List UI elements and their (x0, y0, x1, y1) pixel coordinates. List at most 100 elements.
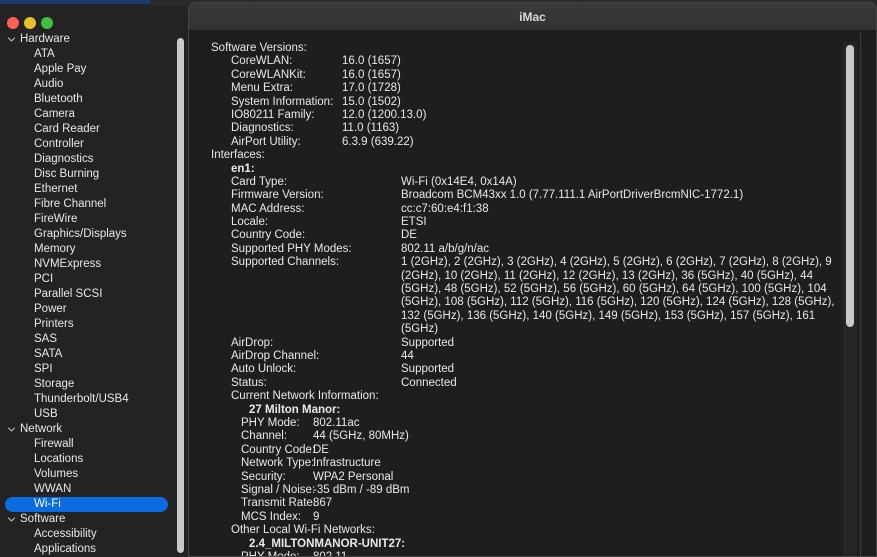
sidebar-item-diagnostics[interactable]: Diagnostics (0, 152, 188, 167)
info-label: Channel: (241, 430, 288, 443)
info-row: AirPort Utility: 6.3.9 (639.22) (211, 136, 842, 149)
zoom-button[interactable] (41, 17, 53, 29)
sidebar-item-wi-fi[interactable]: Wi-Fi (0, 497, 188, 512)
sidebar-item-label: Card Reader (34, 123, 100, 135)
info-row: Status: Connected (211, 377, 842, 390)
info-value: 16.0 (1657) (342, 55, 401, 68)
sidebar-item-nvmexpress[interactable]: NVMExpress (0, 257, 188, 272)
sidebar-item-spi[interactable]: SPI (0, 362, 188, 377)
sidebar-item-label: Apple Pay (34, 63, 87, 75)
sidebar-item-fibre-channel[interactable]: Fibre Channel (0, 197, 188, 212)
sidebar-item-power[interactable]: Power (0, 302, 188, 317)
sidebar-item-sata[interactable]: SATA (0, 347, 188, 362)
sidebar-item-disc-burning[interactable]: Disc Burning (0, 167, 188, 182)
info-value: Supported (401, 363, 455, 376)
info-row: en1: (211, 163, 842, 176)
info-row: CoreWLAN: 16.0 (1657) (211, 55, 842, 68)
info-label: Interfaces: (211, 149, 265, 162)
minimize-button[interactable] (24, 17, 36, 29)
sidebar-group-label: Network (20, 423, 63, 435)
info-row: Menu Extra: 17.0 (1728) (211, 82, 842, 95)
sidebar-group-network[interactable]: Network (0, 422, 188, 437)
sidebar-group-software[interactable]: Software (0, 512, 188, 527)
chevron-down-icon[interactable] (6, 512, 16, 527)
sidebar-item-parallel-scsi[interactable]: Parallel SCSI (0, 287, 188, 302)
info-label: Card Type: (231, 175, 288, 188)
info-label: Current Network Information: (231, 390, 379, 403)
info-value: 802.11ac (313, 417, 360, 430)
chevron-down-icon[interactable] (6, 32, 16, 47)
info-row: CoreWLANKit: 16.0 (1657) (211, 69, 842, 82)
sidebar-scrollbar-thumb[interactable] (177, 38, 184, 553)
info-row: Locale: ETSI (211, 216, 842, 229)
info-value: 17.0 (1728) (342, 82, 401, 95)
info-value: cc:c7:60:e4:f1:38 (401, 202, 489, 215)
info-label: 2.4_MILTONMANOR-UNIT27: (249, 537, 406, 550)
sidebar-item-firewall[interactable]: Firewall (0, 437, 188, 452)
sidebar-item-controller[interactable]: Controller (0, 137, 188, 152)
info-label: Country Code: (231, 229, 306, 242)
sidebar-item-audio[interactable]: Audio (0, 77, 188, 92)
sidebar-item-apple-pay[interactable]: Apple Pay (0, 62, 188, 77)
info-row: PHY Mode: 802,11 (211, 550, 842, 557)
sidebar-item-locations[interactable]: Locations (0, 452, 188, 467)
info-value: 867 (313, 497, 333, 510)
sidebar-item-bluetooth[interactable]: Bluetooth (0, 92, 188, 107)
sidebar-item-printers[interactable]: Printers (0, 317, 188, 332)
info-label: Supported PHY Modes: (231, 242, 352, 255)
info-label: AirPort Utility: (231, 135, 301, 148)
sidebar-item-graphics-displays[interactable]: Graphics/Displays (0, 227, 188, 242)
info-value: Wi-Fi (0x14E4, 0x14A) (401, 175, 517, 188)
source-list[interactable]: Hardware ATA Apple Pay Audio Bluetooth Camera… (0, 32, 188, 557)
sidebar-item-accessibility[interactable]: Accessibility (0, 527, 188, 542)
info-label: PHY Mode: (241, 550, 300, 557)
info-row: MCS Index: 9 (211, 511, 842, 524)
sidebar-item-ethernet[interactable]: Ethernet (0, 182, 188, 197)
info-row: Country Code: DE (211, 229, 842, 242)
sidebar-item-label: Printers (34, 318, 74, 330)
info-row: Security: WPA2 Personal (211, 471, 842, 484)
sidebar-item-label: Diagnostics (34, 153, 94, 165)
info-value: 44 (5GHz, 80MHz) (313, 430, 409, 443)
sidebar-item-label: Storage (34, 378, 75, 390)
content-scrollbar-thumb[interactable] (846, 45, 854, 327)
sidebar-item-card-reader[interactable]: Card Reader (0, 122, 188, 137)
info-row: Card Type: Wi-Fi (0x14E4, 0x14A) (211, 176, 842, 189)
info-value: 9 (313, 510, 320, 523)
sidebar-item-storage[interactable]: Storage (0, 377, 188, 392)
info-label: AirDrop: (231, 336, 274, 349)
sidebar-item-memory[interactable]: Memory (0, 242, 188, 257)
sidebar-item-firewire[interactable]: FireWire (0, 212, 188, 227)
info-label: PHY Mode: (241, 417, 300, 430)
sidebar-item-sas[interactable]: SAS (0, 332, 188, 347)
chevron-down-icon[interactable] (6, 422, 16, 437)
info-row: Signal / Noise: -35 dBm / -89 dBm (211, 484, 842, 497)
close-button[interactable] (7, 17, 19, 29)
sidebar-item-label: Wi-Fi (34, 498, 61, 510)
info-label: Firmware Version: (231, 189, 324, 202)
sidebar-item-wwan[interactable]: WWAN (0, 482, 188, 497)
selection-highlight (5, 497, 168, 512)
info-row: Other Local Wi-Fi Networks: (211, 524, 842, 537)
sidebar-item-volumes[interactable]: Volumes (0, 467, 188, 482)
sidebar-item-label: Parallel SCSI (34, 288, 103, 300)
sidebar-item-usb[interactable]: USB (0, 407, 188, 422)
info-label: Other Local Wi-Fi Networks: (231, 524, 375, 537)
info-row: PHY Mode: 802.11ac (211, 417, 842, 430)
info-row: 27 Milton Manor: (211, 404, 842, 417)
sidebar: Hardware ATA Apple Pay Audio Bluetooth Camera… (0, 6, 188, 557)
sidebar-item-camera[interactable]: Camera (0, 107, 188, 122)
window-controls (0, 6, 188, 32)
info-label: MCS Index: (241, 510, 302, 523)
sidebar-item-ata[interactable]: ATA (0, 47, 188, 62)
info-row: AirDrop: Supported (211, 337, 842, 350)
sidebar-item-thunderbolt-usb4[interactable]: Thunderbolt/USB4 (0, 392, 188, 407)
sidebar-item-label: FireWire (34, 213, 78, 225)
sidebar-group-hardware[interactable]: Hardware (0, 32, 188, 47)
info-label: IO80211 Family: (231, 108, 315, 121)
title-bar[interactable]: iMac (189, 3, 876, 31)
sidebar-item-label: Camera (34, 108, 75, 120)
sidebar-item-applications[interactable]: Applications (0, 542, 188, 557)
sidebar-item-pci[interactable]: PCI (0, 272, 188, 287)
info-label: Country Code: (241, 443, 316, 456)
